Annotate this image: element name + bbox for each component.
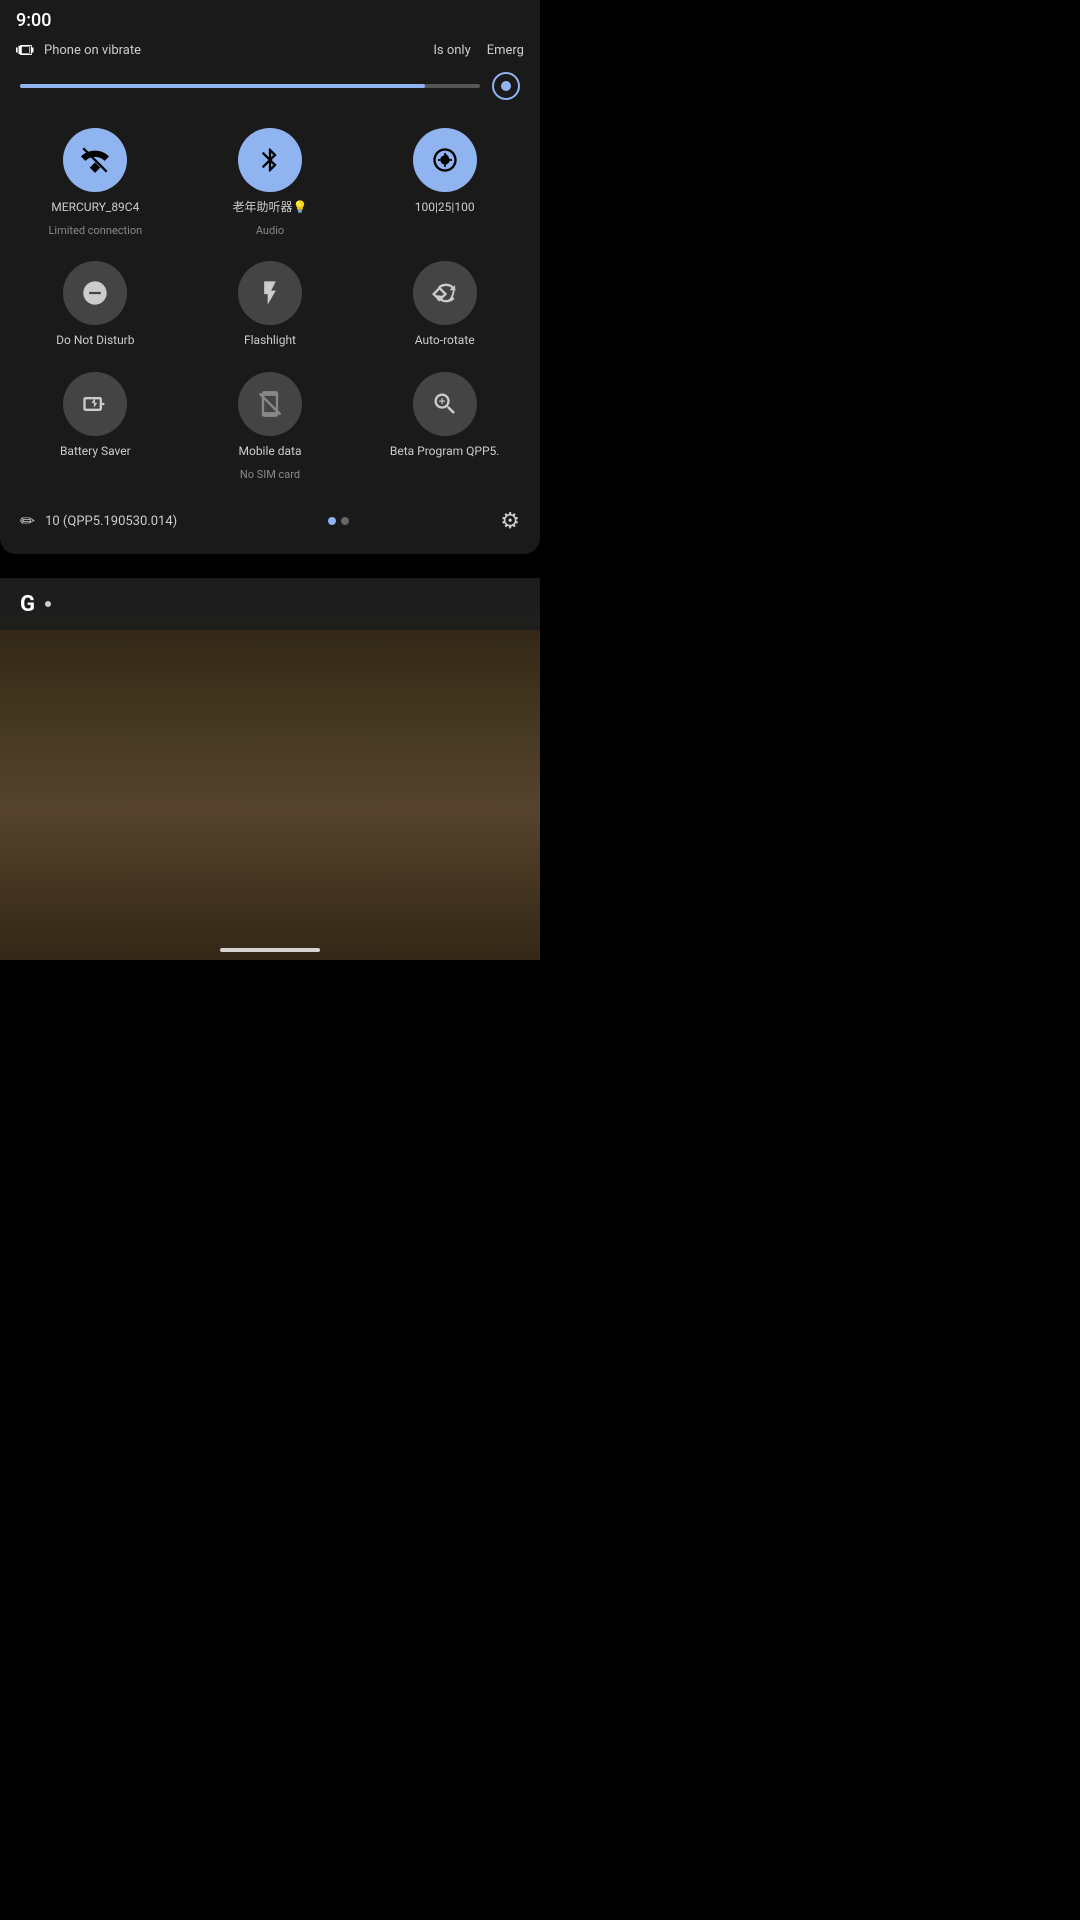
wifi-icon-circle bbox=[63, 128, 127, 192]
is-only-label: Is only bbox=[433, 43, 470, 58]
quick-settings-panel: 9:00 Phone on vibrate Is only Emerg bbox=[0, 0, 540, 554]
battery-saver-icon-circle bbox=[63, 372, 127, 436]
battery-saver-icon bbox=[81, 390, 109, 418]
emerg-label: Emerg bbox=[487, 43, 524, 58]
flashlight-icon bbox=[256, 279, 284, 307]
page-dots bbox=[328, 517, 349, 525]
tile-data-saver[interactable]: 100|25|100 bbox=[361, 120, 528, 245]
bluetooth-sublabel: Audio bbox=[256, 224, 284, 237]
battery-saver-label: Battery Saver bbox=[60, 444, 131, 460]
page-dot-2 bbox=[341, 517, 349, 525]
page-dot-1 bbox=[328, 517, 336, 525]
tile-wifi[interactable]: MERCURY_89C4 Limited connection bbox=[12, 120, 179, 245]
brightness-icon bbox=[492, 72, 520, 100]
brightness-track[interactable] bbox=[20, 84, 480, 88]
mobile-data-label: Mobile data bbox=[239, 444, 302, 460]
tile-dnd[interactable]: Do Not Disturb bbox=[12, 253, 179, 357]
header-right: Is only Emerg bbox=[433, 43, 524, 58]
brightness-row[interactable] bbox=[0, 68, 540, 112]
vibrate-label: Phone on vibrate bbox=[44, 43, 141, 58]
qs-bottom-bar: ✏ 10 (QPP5.190530.014) ⚙ bbox=[0, 501, 540, 542]
vibrate-icon bbox=[16, 40, 36, 60]
tile-beta-program[interactable]: Beta Program QPP5. bbox=[361, 364, 528, 489]
google-notification-dot bbox=[45, 601, 51, 607]
status-bar: 9:00 bbox=[0, 0, 540, 36]
flashlight-label: Flashlight bbox=[244, 333, 296, 349]
dnd-icon-circle bbox=[63, 261, 127, 325]
settings-gear-icon[interactable]: ⚙ bbox=[500, 509, 520, 534]
mobile-data-sublabel: No SIM card bbox=[240, 468, 300, 481]
google-bar: G bbox=[0, 578, 540, 630]
wifi-off-icon bbox=[81, 146, 109, 174]
qs-bottom-left: ✏ 10 (QPP5.190530.014) bbox=[20, 511, 177, 532]
autorotate-label: Auto-rotate bbox=[415, 333, 475, 349]
bluetooth-icon-circle bbox=[238, 128, 302, 192]
home-indicator[interactable] bbox=[220, 948, 320, 952]
tile-mobile-data[interactable]: Mobile data No SIM card bbox=[187, 364, 354, 489]
beta-icon bbox=[431, 390, 459, 418]
wifi-label: MERCURY_89C4 bbox=[51, 200, 139, 216]
build-text: 10 (QPP5.190530.014) bbox=[45, 514, 177, 529]
autorotate-icon-circle bbox=[413, 261, 477, 325]
data-saver-label: 100|25|100 bbox=[415, 200, 475, 216]
data-saver-icon bbox=[431, 146, 459, 174]
tile-autorotate[interactable]: Auto-rotate bbox=[361, 253, 528, 357]
header-row: Phone on vibrate Is only Emerg bbox=[0, 36, 540, 68]
mobile-data-off-icon bbox=[256, 390, 284, 418]
edit-icon[interactable]: ✏ bbox=[20, 511, 35, 532]
dnd-label: Do Not Disturb bbox=[56, 333, 134, 349]
bluetooth-label: 老年助听器💡 bbox=[233, 200, 308, 216]
tile-bluetooth[interactable]: 老年助听器💡 Audio bbox=[187, 120, 354, 245]
wifi-sublabel: Limited connection bbox=[48, 224, 142, 237]
wallpaper bbox=[0, 580, 540, 960]
tile-battery-saver[interactable]: Battery Saver bbox=[12, 364, 179, 489]
beta-label: Beta Program QPP5. bbox=[390, 444, 500, 460]
brightness-fill bbox=[20, 84, 425, 88]
autorotate-icon bbox=[431, 279, 459, 307]
mobile-data-icon-circle bbox=[238, 372, 302, 436]
dnd-icon bbox=[81, 279, 109, 307]
bluetooth-icon bbox=[256, 146, 284, 174]
status-time: 9:00 bbox=[16, 10, 51, 31]
vibrate-info: Phone on vibrate bbox=[16, 40, 141, 60]
tile-grid: MERCURY_89C4 Limited connection 老年助听器💡 A… bbox=[0, 112, 540, 497]
flashlight-icon-circle bbox=[238, 261, 302, 325]
beta-icon-circle bbox=[413, 372, 477, 436]
google-g-logo: G bbox=[20, 592, 35, 617]
data-saver-icon-circle bbox=[413, 128, 477, 192]
tile-flashlight[interactable]: Flashlight bbox=[187, 253, 354, 357]
